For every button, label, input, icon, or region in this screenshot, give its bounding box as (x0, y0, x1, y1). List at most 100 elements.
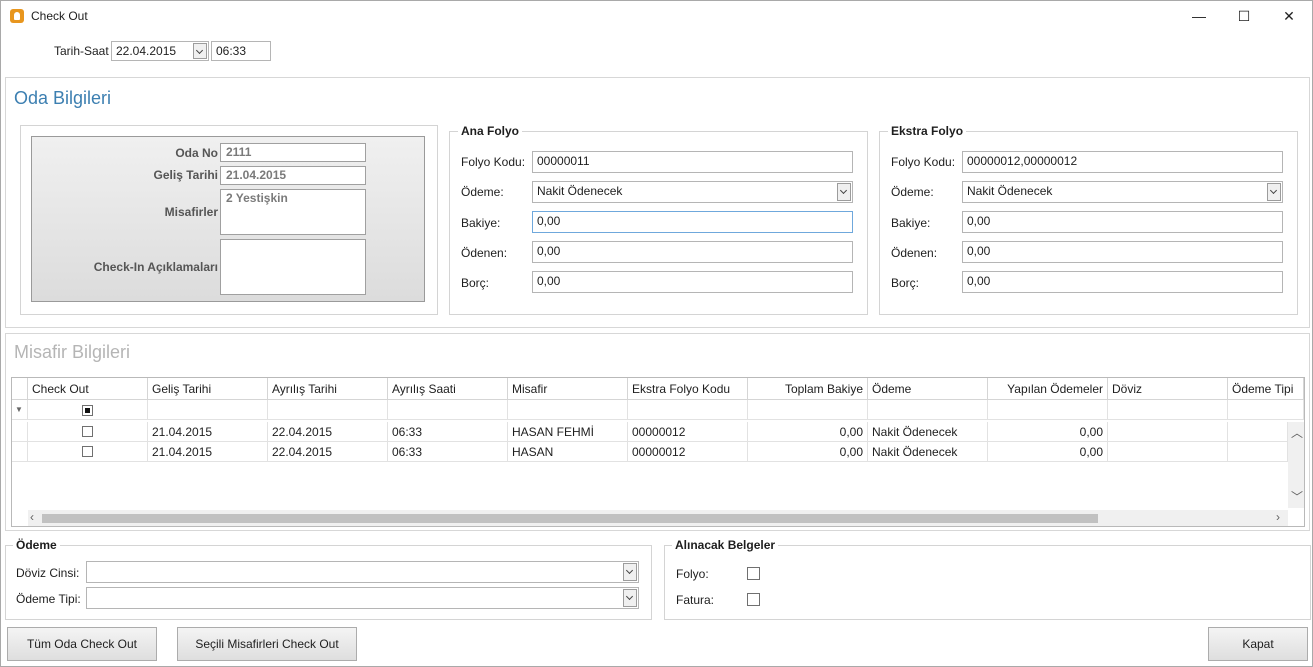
ana-bakiye-input[interactable]: 0,00 (532, 211, 853, 233)
table-cell-gelis[interactable]: 21.04.2015 (148, 422, 268, 442)
tum-oda-check-out-button[interactable]: Tüm Oda Check Out (7, 627, 157, 661)
chevron-down-icon[interactable] (623, 589, 637, 607)
table-cell-misafir[interactable]: HASAN (508, 442, 628, 462)
checkin-aciklama-label: Check-In Açıklamaları (93, 260, 218, 274)
row-indicator[interactable] (12, 422, 28, 442)
chevron-down-icon[interactable] (837, 183, 851, 201)
col-header-toplam-bakiye[interactable]: Toplam Bakiye (748, 378, 868, 400)
ana-odenen-label: Ödenen: (461, 246, 508, 260)
odeme-tipi-label: Ödeme Tipi: (16, 592, 81, 606)
ekstra-folyo-group: Ekstra Folyo Folyo Kodu: 00000012,000000… (879, 124, 1298, 315)
table-cell-doviz[interactable] (1108, 422, 1228, 442)
kapat-button[interactable]: Kapat (1208, 627, 1308, 661)
fatura-checkbox[interactable] (747, 593, 760, 606)
table-cell-odeme[interactable]: Nakit Ödenecek (868, 422, 988, 442)
col-header-check-out[interactable]: Check Out (28, 378, 148, 400)
chevron-right-icon[interactable]: › (1276, 510, 1280, 524)
ekstra-odenen-input[interactable]: 0,00 (962, 241, 1283, 263)
filter-cell[interactable] (988, 400, 1108, 420)
filter-cell[interactable] (1108, 400, 1228, 420)
table-cell-bakiye[interactable]: 0,00 (748, 442, 868, 462)
table-cell-gelis[interactable]: 21.04.2015 (148, 442, 268, 462)
col-header-ekstra-folyo-kodu[interactable]: Ekstra Folyo Kodu (628, 378, 748, 400)
ana-odeme-select[interactable]: Nakit Ödenecek (532, 181, 853, 203)
odeme-tipi-select[interactable] (86, 587, 639, 609)
table-cell-odeme[interactable]: Nakit Ödenecek (868, 442, 988, 462)
chevron-left-icon[interactable]: ‹ (30, 510, 34, 524)
col-header-doviz[interactable]: Döviz (1108, 378, 1228, 400)
ekstra-bakiye-input[interactable]: 0,00 (962, 211, 1283, 233)
scrollbar-thumb[interactable] (42, 514, 1098, 523)
col-header-gelis-tarihi[interactable]: Geliş Tarihi (148, 378, 268, 400)
table-cell-ayrilis[interactable]: 22.04.2015 (268, 422, 388, 442)
gelis-tarihi-label: Geliş Tarihi (153, 168, 218, 182)
table-row-checkout-cell (28, 442, 148, 462)
table-cell-folyo[interactable]: 00000012 (628, 442, 748, 462)
ana-odenen-input[interactable]: 0,00 (532, 241, 853, 263)
oda-no-label: Oda No (175, 146, 218, 160)
ekstra-folyo-kod-input[interactable]: 00000012,00000012 (962, 151, 1283, 173)
filter-cell[interactable] (388, 400, 508, 420)
table-cell-yapilan[interactable]: 0,00 (988, 422, 1108, 442)
date-picker[interactable]: 22.04.2015 (111, 41, 209, 61)
ana-folyo-kod-label: Folyo Kodu: (461, 155, 526, 169)
row-checkbox[interactable] (82, 426, 93, 437)
filter-cell[interactable] (628, 400, 748, 420)
ekstra-odenen-label: Ödenen: (891, 246, 938, 260)
chevron-down-icon[interactable] (193, 43, 207, 59)
ana-odeme-value: Nakit Ödenecek (537, 184, 623, 198)
col-header-odeme[interactable]: Ödeme (868, 378, 988, 400)
row-indicator[interactable] (12, 442, 28, 462)
chevron-up-icon[interactable]: ︿ (1291, 424, 1303, 441)
ana-borc-input[interactable]: 0,00 (532, 271, 853, 293)
ana-folyo-title: Ana Folyo (458, 124, 523, 138)
maximize-button[interactable]: ☐ (1221, 1, 1267, 31)
col-header-odeme-tipi[interactable]: Ödeme Tipi (1228, 378, 1304, 400)
table-cell-tip[interactable] (1228, 442, 1288, 462)
col-header-misafir[interactable]: Misafir (508, 378, 628, 400)
ekstra-folyo-kod-label: Folyo Kodu: (891, 155, 956, 169)
filter-checkbox[interactable] (82, 405, 93, 416)
table-cell-tip[interactable] (1228, 422, 1288, 442)
datetime-label: Tarih-Saat (54, 44, 109, 58)
filter-cell[interactable] (268, 400, 388, 420)
check-out-window: Check Out — ☐ ✕ Tarih-Saat 22.04.2015 06… (0, 0, 1313, 667)
ana-folyo-kod-input[interactable]: 00000011 (532, 151, 853, 173)
filter-icon[interactable]: ▼ (12, 400, 28, 420)
filter-cell[interactable] (508, 400, 628, 420)
filter-cell[interactable] (748, 400, 868, 420)
chevron-down-icon[interactable]: ﹀ (1291, 488, 1303, 505)
doviz-cinsi-select[interactable] (86, 561, 639, 583)
filter-cell[interactable] (1228, 400, 1304, 420)
minimize-button[interactable]: — (1176, 1, 1222, 31)
table-cell-bakiye[interactable]: 0,00 (748, 422, 868, 442)
table-cell-saat[interactable]: 06:33 (388, 442, 508, 462)
secili-misafirleri-check-out-button[interactable]: Seçili Misafirleri Check Out (177, 627, 357, 661)
col-header-yapilan-odemeler[interactable]: Yapılan Ödemeler (988, 378, 1108, 400)
table-cell-misafir[interactable]: HASAN FEHMİ (508, 422, 628, 442)
chevron-down-icon[interactable] (623, 563, 637, 581)
table-cell-saat[interactable]: 06:33 (388, 422, 508, 442)
table-cell-ayrilis[interactable]: 22.04.2015 (268, 442, 388, 462)
col-header-ayrilis-saati[interactable]: Ayrılış Saati (388, 378, 508, 400)
filter-cell[interactable] (868, 400, 988, 420)
ekstra-folyo-title: Ekstra Folyo (888, 124, 967, 138)
row-checkbox[interactable] (82, 446, 93, 457)
ekstra-borc-input[interactable]: 0,00 (962, 271, 1283, 293)
horizontal-scrollbar[interactable]: ‹ › (28, 510, 1288, 526)
vertical-scrollbar[interactable]: ︿ ﹀ (1288, 422, 1304, 508)
time-input[interactable]: 06:33 (211, 41, 271, 61)
oda-info-box: Oda No 2111 Geliş Tarihi 21.04.2015 Misa… (31, 136, 425, 302)
table-cell-yapilan[interactable]: 0,00 (988, 442, 1108, 462)
misafirler-label: Misafirler (164, 205, 218, 219)
filter-cell[interactable] (148, 400, 268, 420)
folyo-checkbox[interactable] (747, 567, 760, 580)
ana-borc-label: Borç: (461, 276, 490, 290)
col-header-ayrilis-tarihi[interactable]: Ayrılış Tarihi (268, 378, 388, 400)
alinacak-belgeler-group: Alınacak Belgeler Folyo: Fatura: (664, 538, 1311, 620)
close-button[interactable]: ✕ (1266, 1, 1312, 31)
ekstra-odeme-select[interactable]: Nakit Ödenecek (962, 181, 1283, 203)
table-cell-doviz[interactable] (1108, 442, 1228, 462)
chevron-down-icon[interactable] (1267, 183, 1281, 201)
table-cell-folyo[interactable]: 00000012 (628, 422, 748, 442)
